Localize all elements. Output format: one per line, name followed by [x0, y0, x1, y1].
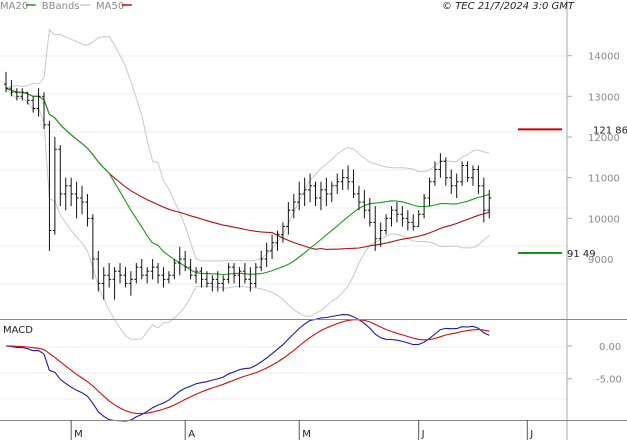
ohlc-bar	[297, 181, 302, 211]
ohlc-bar	[96, 250, 101, 292]
ohlc-bar	[318, 181, 323, 211]
ohlc-bar	[438, 153, 443, 178]
ohlc-bar	[329, 181, 334, 203]
macd-panel: MACD	[0, 314, 567, 422]
ohlc-bar	[80, 185, 85, 215]
price-tick-label: 9000	[588, 255, 613, 266]
ohlc-bar	[362, 189, 367, 219]
ohlc-bar	[259, 250, 264, 272]
ohlc-bar	[460, 161, 465, 186]
ohlc-bar	[405, 210, 410, 231]
credit-text: © TEC 21/7/2024 3:0 GMT	[442, 1, 575, 12]
ohlc-bar	[63, 177, 68, 211]
ohlc-bar	[411, 214, 416, 231]
ohlc-bar	[481, 177, 486, 223]
ohlc-bar	[351, 169, 356, 198]
price-tick-label: 10000	[588, 214, 620, 225]
ohlc-bar	[226, 263, 231, 284]
legend-label: MA20	[0, 1, 28, 12]
ohlc-bar	[313, 181, 318, 207]
ohlc-bar	[112, 267, 117, 300]
ohlc-bar	[52, 137, 57, 235]
month-label: M	[74, 429, 83, 440]
ohlc-bar	[69, 177, 74, 207]
ohlc-bar	[286, 202, 291, 235]
ohlc-bar	[145, 267, 150, 284]
ohlc-bar	[416, 210, 421, 227]
ohlc-bar	[346, 165, 351, 190]
ohlc-bar	[465, 161, 470, 182]
ohlc-bar	[384, 214, 389, 235]
ohlc-bar	[172, 259, 177, 280]
ma50-line	[5, 87, 490, 250]
ohlc-bar	[177, 246, 182, 276]
axes: 900010000110001200013000140000.00-5.00M A…	[0, 0, 627, 440]
price-tick-label: 12000	[588, 133, 620, 144]
month-label: A	[188, 429, 195, 440]
ohlc-bar	[394, 202, 399, 223]
macd-title: MACD	[3, 325, 33, 336]
price-tick-label: 13000	[588, 92, 620, 103]
ohlc-bar	[166, 271, 171, 284]
header: MA20 BBands MA50 © TEC 21/7/2024 3:0 GMT	[0, 1, 575, 12]
ohlc-bar	[449, 169, 454, 194]
ohlc-bar	[373, 206, 378, 251]
ohlc-bar	[118, 263, 123, 284]
ohlc-bar	[443, 157, 448, 186]
ohlc-bar	[427, 177, 432, 207]
ohlc-bar	[183, 250, 188, 272]
ohlc-bar	[367, 198, 372, 227]
ohlc-bar	[356, 185, 361, 211]
ohlc-bar	[128, 271, 133, 296]
macd-tick-label: -5.00	[596, 375, 622, 386]
ohlc-bar	[139, 259, 144, 280]
ohlc-bar	[134, 263, 139, 284]
macd-tick-label: 0.00	[599, 342, 621, 353]
ohlc-bar	[194, 267, 199, 284]
ohlc-bar	[378, 222, 383, 247]
ohlc-bar	[324, 177, 329, 207]
month-label: M	[302, 429, 311, 440]
month-label: J	[529, 429, 533, 440]
ohlc-bar	[90, 214, 95, 280]
ohlc-bar	[31, 96, 36, 113]
ohlc-bar	[156, 263, 161, 284]
ohlc-bar	[470, 165, 475, 186]
ohlc-bar	[400, 206, 405, 227]
ohlc-bar	[85, 193, 90, 227]
stock-chart: 121 8691 49 MACD 9000 10000 11000 12000 1300…	[0, 0, 627, 440]
legend-label: MA50	[96, 1, 124, 12]
ohlc-bar	[210, 275, 215, 292]
ohlc-bar	[42, 92, 47, 129]
bband-lower-line	[5, 87, 490, 340]
price-panel: 121 8691 49	[0, 28, 627, 340]
price-tick-label: 11000	[588, 174, 620, 185]
ohlc-bar	[487, 189, 492, 219]
ohlc-bar	[389, 206, 394, 227]
ohlc-bar	[221, 275, 226, 292]
ohlc-bar	[74, 181, 79, 219]
legend-label: BBands	[42, 1, 80, 12]
ohlc-bar	[58, 145, 63, 207]
ma20-line	[5, 87, 490, 276]
ohlc-bar	[335, 173, 340, 194]
ohlc-bar	[454, 173, 459, 198]
ohlc-bar	[150, 259, 155, 280]
ohlc-bar	[308, 173, 313, 203]
macd-line	[5, 314, 490, 422]
price-tick-label: 14000	[588, 52, 620, 63]
month-label: J	[421, 429, 425, 440]
ohlc-bar	[340, 169, 345, 190]
macd-signal-line	[5, 319, 490, 415]
